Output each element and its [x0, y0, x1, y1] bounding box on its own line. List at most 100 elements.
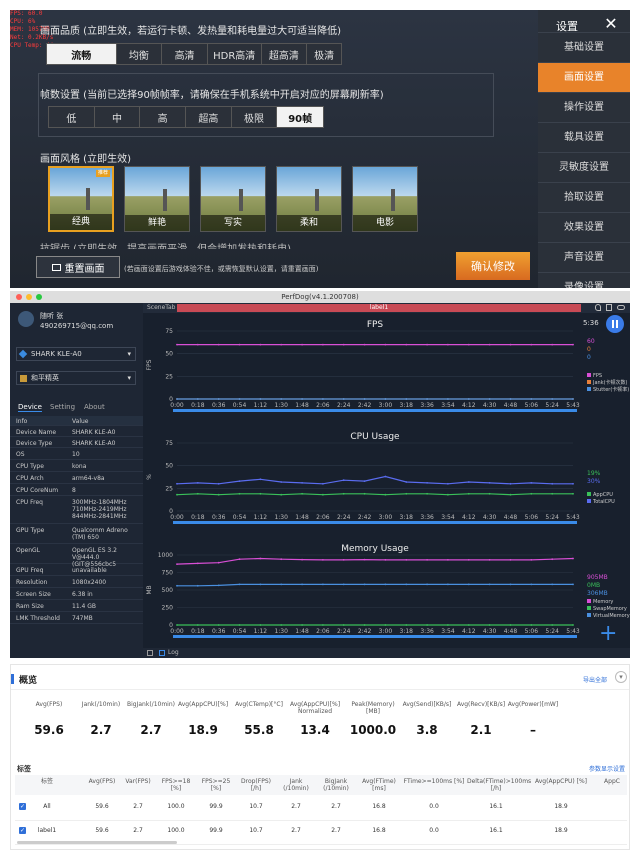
- data-point: [509, 624, 512, 626]
- sidebar-item-3[interactable]: 载具设置: [538, 122, 630, 152]
- time-range-slider[interactable]: [173, 521, 577, 524]
- option-seg-quality-5[interactable]: 极清: [307, 44, 341, 64]
- metric-value: 18.9: [188, 723, 218, 737]
- option-seg-quality-0[interactable]: 流畅: [47, 44, 117, 64]
- close-icon[interactable]: ✕: [600, 14, 622, 34]
- metric-label: BigJank(/10min): [127, 701, 175, 708]
- table-cell: 100.0: [167, 827, 185, 834]
- style-option-3[interactable]: 柔和: [276, 166, 342, 232]
- style-option-0[interactable]: 推荐 经典: [48, 166, 114, 232]
- style-option-label: 写实: [201, 215, 265, 231]
- tower-icon: [163, 189, 167, 211]
- data-point: [405, 398, 408, 400]
- option-seg-quality-3[interactable]: HDR高清: [208, 44, 262, 64]
- location-icon[interactable]: [595, 304, 601, 311]
- sidebar-item-7[interactable]: 声音设置: [538, 242, 630, 272]
- x-tick-label: 4:12: [462, 514, 476, 521]
- column-header: Avg(AppCPU) [%]: [534, 778, 587, 785]
- y-tick-label: 25: [165, 373, 173, 380]
- option-seg-fps-4[interactable]: 极限: [232, 107, 278, 127]
- sidebar-item-2[interactable]: 操作设置: [538, 92, 630, 122]
- sidebar-item-5[interactable]: 拾取设置: [538, 182, 630, 212]
- tab-setting[interactable]: Setting: [50, 403, 75, 411]
- app-select[interactable]: 和平精英 ▾: [16, 371, 136, 385]
- data-point: [342, 583, 345, 586]
- tab-device[interactable]: Device: [18, 403, 42, 412]
- data-point: [217, 482, 220, 485]
- data-point: [342, 343, 345, 346]
- confirm-button[interactable]: 确认修改: [456, 252, 530, 280]
- option-seg-quality-2[interactable]: 高清: [162, 44, 208, 64]
- option-seg-fps-0[interactable]: 低: [49, 107, 95, 127]
- data-point: [196, 584, 199, 587]
- option-seg-quality-1[interactable]: 均衡: [117, 44, 163, 64]
- data-point: [363, 480, 366, 482]
- row-checkbox[interactable]: ✓: [19, 803, 26, 810]
- time-range-slider[interactable]: [173, 635, 577, 638]
- style-option-2[interactable]: 写实: [200, 166, 266, 232]
- style-option-4[interactable]: 电影: [352, 166, 418, 232]
- pause-button[interactable]: [606, 315, 624, 333]
- style-option-1[interactable]: 鲜艳: [124, 166, 190, 232]
- data-point: [447, 583, 449, 586]
- label-bar[interactable]: label1: [177, 304, 581, 312]
- option-seg-fps-3[interactable]: 超高: [186, 107, 232, 127]
- collapse-icon[interactable]: ▾: [615, 671, 627, 683]
- sidebar-item-8[interactable]: 录像设置: [538, 272, 630, 288]
- option-seg-fps-5[interactable]: 90帧: [277, 107, 324, 127]
- info-value: SHARK KLE-A0: [72, 440, 116, 447]
- metric-value: –: [530, 723, 536, 737]
- data-point: [238, 343, 241, 346]
- info-key: CPU CoreNum: [16, 487, 59, 494]
- cloud-icon[interactable]: [617, 305, 625, 310]
- tab-about[interactable]: About: [84, 403, 105, 411]
- horizontal-scrollbar[interactable]: [17, 841, 177, 844]
- legend-value: 0: [587, 346, 591, 353]
- avatar[interactable]: [18, 311, 34, 327]
- chevron-down-icon: ▾: [127, 350, 131, 358]
- x-tick-label: 1:12: [254, 628, 268, 635]
- x-tick-label: 2:42: [358, 514, 372, 521]
- expand-icon[interactable]: [147, 650, 153, 656]
- quality-section-title: 画面品质 (立即生效，若运行卡顿、发热量和耗电量过大可适当降低): [40, 26, 341, 37]
- x-tick-label: 0:54: [233, 402, 247, 409]
- info-key: CPU Arch: [16, 475, 44, 482]
- sidebar-item-4[interactable]: 灵敏度设置: [538, 152, 630, 182]
- x-tick-label: 0:18: [191, 402, 205, 409]
- reset-graphics-button[interactable]: 重置画面: [36, 256, 120, 278]
- row-checkbox[interactable]: ✓: [19, 827, 26, 834]
- data-point: [322, 398, 324, 400]
- option-seg-quality-4[interactable]: 超高清: [262, 44, 308, 64]
- maximize-window-icon[interactable]: [36, 294, 42, 300]
- display-settings-link[interactable]: 参数显示设置: [589, 764, 625, 773]
- device-select[interactable]: SHARK KLE-A0 ▾: [16, 347, 136, 361]
- x-tick-label: 3:36: [420, 628, 434, 635]
- data-point: [363, 492, 366, 495]
- info-key: CPU Type: [16, 463, 44, 470]
- close-window-icon[interactable]: [16, 294, 22, 300]
- data-point: [196, 492, 199, 495]
- sidebar-item-0[interactable]: 基础设置: [538, 32, 630, 62]
- minimize-window-icon[interactable]: [26, 294, 32, 300]
- time-range-slider[interactable]: [173, 409, 577, 412]
- x-tick-label: 1:30: [274, 628, 288, 635]
- table-cell: 99.9: [209, 827, 223, 834]
- sidebar-item-6[interactable]: 效果设置: [538, 212, 630, 242]
- data-point: [176, 563, 178, 565]
- data-point: [426, 624, 428, 626]
- export-all-link[interactable]: 导出全部: [583, 675, 607, 684]
- option-seg-fps-2[interactable]: 高: [140, 107, 187, 127]
- data-point: [238, 558, 241, 561]
- data-point: [259, 478, 262, 481]
- data-point: [572, 624, 574, 626]
- window-title: PerfDog(v4.1.200708): [281, 293, 359, 301]
- add-chart-button[interactable]: +: [599, 623, 617, 645]
- sidebar-item-1[interactable]: 画面设置: [538, 62, 630, 92]
- log-checkbox[interactable]: [159, 650, 165, 656]
- info-row: Device Name SHARK KLE-A0: [10, 427, 143, 437]
- data-point: [217, 343, 220, 346]
- legend-swatch: [587, 373, 591, 377]
- scene-tab[interactable]: SceneTab: [147, 304, 175, 311]
- folder-icon[interactable]: [606, 304, 612, 311]
- option-seg-fps-1[interactable]: 中: [95, 107, 141, 127]
